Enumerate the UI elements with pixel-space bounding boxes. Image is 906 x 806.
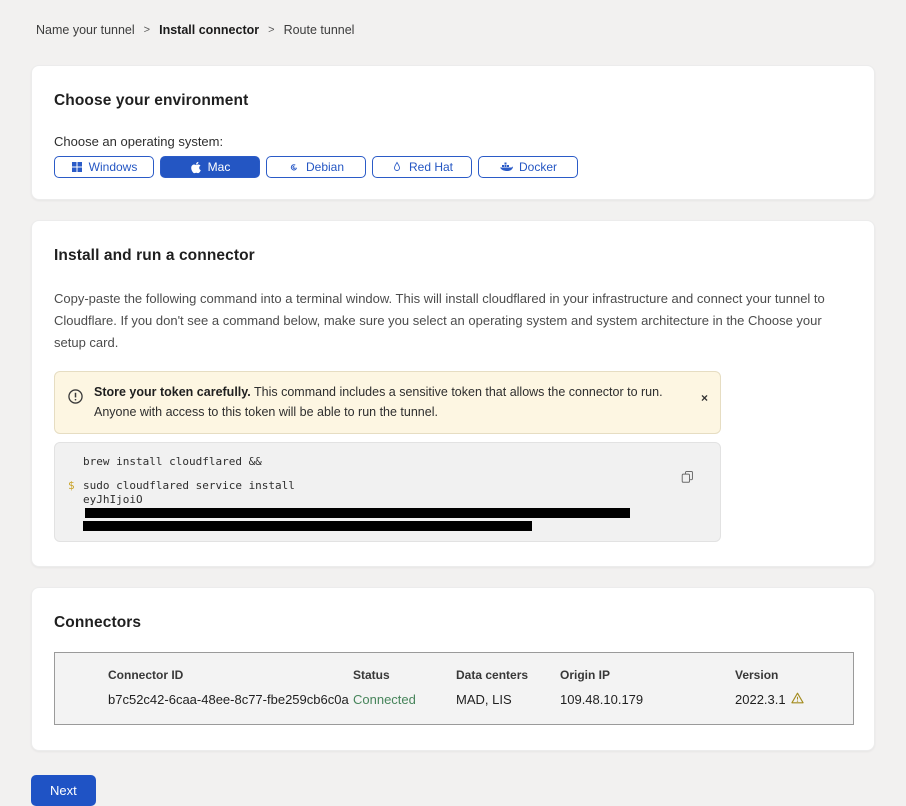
connector-id-value: b7c52c42-6caa-48ee-8c77-fbe259cb6c0a xyxy=(108,692,353,707)
code-line-brew: brew install cloudflared && xyxy=(68,455,680,469)
apple-icon xyxy=(190,161,202,174)
token-warning-bold: Store your token carefully. xyxy=(94,385,251,399)
os-button-mac[interactable]: Mac xyxy=(160,156,260,178)
token-warning-text: Store your token carefully. This command… xyxy=(94,383,701,422)
col-header-connector-id: Connector ID xyxy=(108,668,353,682)
os-button-label: Windows xyxy=(89,160,138,174)
os-button-docker[interactable]: Docker xyxy=(478,156,578,178)
col-header-origin-ip: Origin IP xyxy=(560,668,735,682)
os-select-label: Choose an operating system: xyxy=(54,134,852,149)
connectors-table-header: Connector ID Status Data centers Origin … xyxy=(108,668,853,682)
connectors-table: Connector ID Status Data centers Origin … xyxy=(54,652,854,725)
install-connector-title: Install and run a connector xyxy=(54,247,852,265)
breadcrumb-separator: > xyxy=(268,24,274,36)
install-description: Copy-paste the following command into a … xyxy=(54,288,852,354)
os-button-label: Red Hat xyxy=(409,160,453,174)
version-warning-icon xyxy=(791,692,804,707)
token-warning-banner: Store your token carefully. This command… xyxy=(54,371,721,434)
col-header-version: Version xyxy=(735,668,853,682)
choose-environment-card: Choose your environment Choose an operat… xyxy=(31,65,875,200)
redhat-icon xyxy=(391,161,403,173)
debian-icon xyxy=(288,161,300,173)
os-button-redhat[interactable]: Red Hat xyxy=(372,156,472,178)
redacted-token-bar xyxy=(83,521,532,531)
code-gutter xyxy=(68,455,83,469)
install-connector-card: Install and run a connector Copy-paste t… xyxy=(31,220,875,567)
next-button[interactable]: Next xyxy=(31,775,96,806)
copy-icon[interactable] xyxy=(681,470,694,487)
breadcrumb-name-your-tunnel[interactable]: Name your tunnel xyxy=(36,23,135,37)
code-token-visible: eyJhIjoiO xyxy=(83,493,680,521)
os-button-group: Windows Mac Debian xyxy=(54,156,852,178)
os-button-label: Mac xyxy=(208,160,231,174)
close-icon[interactable]: × xyxy=(701,391,708,405)
breadcrumb: Name your tunnel > Install connector > R… xyxy=(0,0,906,37)
os-button-windows[interactable]: Windows xyxy=(54,156,154,178)
os-button-debian[interactable]: Debian xyxy=(266,156,366,178)
alert-circle-icon xyxy=(68,389,83,409)
install-command-code-block: brew install cloudflared && $ sudo cloud… xyxy=(54,442,721,542)
connector-row: b7c52c42-6caa-48ee-8c77-fbe259cb6c0a Con… xyxy=(108,692,853,707)
breadcrumb-install-connector[interactable]: Install connector xyxy=(159,23,259,37)
origin-ip-value: 109.48.10.179 xyxy=(560,692,735,707)
windows-icon xyxy=(71,161,83,173)
code-text: brew install cloudflared && xyxy=(83,455,262,469)
col-header-data-centers: Data centers xyxy=(456,668,560,682)
code-line-sudo: $ sudo cloudflared service install xyxy=(68,479,680,493)
code-text: sudo cloudflared service install xyxy=(83,479,295,493)
version-value: 2022.3.1 xyxy=(735,692,853,707)
connectors-title: Connectors xyxy=(54,614,852,632)
code-gutter xyxy=(68,493,83,521)
code-line-token-2 xyxy=(68,520,680,531)
docker-icon xyxy=(499,161,513,173)
status-badge: Connected xyxy=(353,692,456,707)
code-line-token: eyJhIjoiO xyxy=(68,493,680,521)
os-button-label: Debian xyxy=(306,160,344,174)
breadcrumb-separator: > xyxy=(144,24,150,36)
data-centers-value: MAD, LIS xyxy=(456,692,560,707)
breadcrumb-route-tunnel[interactable]: Route tunnel xyxy=(284,23,355,37)
connectors-card: Connectors Connector ID Status Data cent… xyxy=(31,587,875,751)
redacted-token-bar xyxy=(85,508,630,518)
shell-prompt: $ xyxy=(68,479,83,493)
choose-environment-title: Choose your environment xyxy=(54,92,852,110)
os-button-label: Docker xyxy=(519,160,557,174)
col-header-status: Status xyxy=(353,668,456,682)
code-gutter xyxy=(68,520,83,531)
